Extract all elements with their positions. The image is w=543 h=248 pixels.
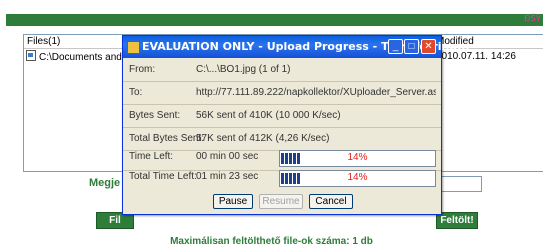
bytes-sent-label: Bytes Sent: <box>129 110 181 121</box>
total-time-left-label: Total Time Left: <box>129 171 197 182</box>
total-bytes-value: 57K sent of 412K (4,26 K/sec) <box>196 133 330 144</box>
divider <box>123 127 441 128</box>
total-time-left-value: 01 min 23 sec <box>196 171 259 182</box>
to-value: http://77.111.89.222/napkollektor/XUploa… <box>196 87 436 98</box>
cancel-button[interactable]: Cancel <box>309 194 353 209</box>
bytes-sent-row: Bytes Sent: 56K sent of 410K (10 000 K/s… <box>123 106 441 128</box>
time-left-progress-text: 14% <box>347 152 368 163</box>
max-files-note: Maximálisan feltölthető file-ok száma: 1… <box>170 236 373 247</box>
name-label: Megje <box>89 177 121 189</box>
upload-button[interactable]: Feltölt! <box>436 212 478 229</box>
time-left-row: Time Left: 00 min 00 sec 14% <box>123 147 441 169</box>
time-left-label: Time Left: <box>129 151 174 162</box>
total-time-left-progress-text: 14% <box>347 172 368 183</box>
from-label: From: <box>129 64 156 75</box>
from-value: C:\...\BO1.jpg (1 of 1) <box>196 64 291 75</box>
upload-progress-dialog: EVALUATION ONLY - Upload Progress - Tran… <box>122 35 470 215</box>
close-icon[interactable]: ✕ <box>421 39 436 54</box>
minimize-icon[interactable]: _ <box>388 39 403 54</box>
divider <box>123 81 441 82</box>
time-left-value: 00 min 00 sec <box>196 151 259 162</box>
from-row: From: C:\...\BO1.jpg (1 of 1) <box>123 60 441 82</box>
pause-button[interactable]: Pause <box>213 194 253 209</box>
to-label: To: <box>129 87 143 98</box>
app-icon <box>127 41 140 54</box>
bytes-sent-value: 56K sent of 410K (10 000 K/sec) <box>196 110 341 121</box>
resume-button[interactable]: Resume <box>259 194 303 209</box>
page-header-bar: ÐŠŸ <box>6 14 543 26</box>
maximize-icon[interactable]: □ <box>404 39 419 54</box>
total-time-left-progress-bar: 14% <box>279 170 436 187</box>
divider <box>123 104 441 105</box>
file-icon <box>26 50 36 61</box>
total-time-left-row: Total Time Left: 01 min 23 sec 14% <box>123 167 441 189</box>
dialog-titlebar[interactable]: EVALUATION ONLY - Upload Progress - Tran… <box>123 36 470 58</box>
time-left-progress-bar: 14% <box>279 150 436 167</box>
total-bytes-label: Total Bytes Sent: <box>129 133 205 144</box>
to-row: To: http://77.111.89.222/napkollektor/XU… <box>123 83 441 105</box>
header-mark: ÐŠŸ <box>524 14 541 23</box>
